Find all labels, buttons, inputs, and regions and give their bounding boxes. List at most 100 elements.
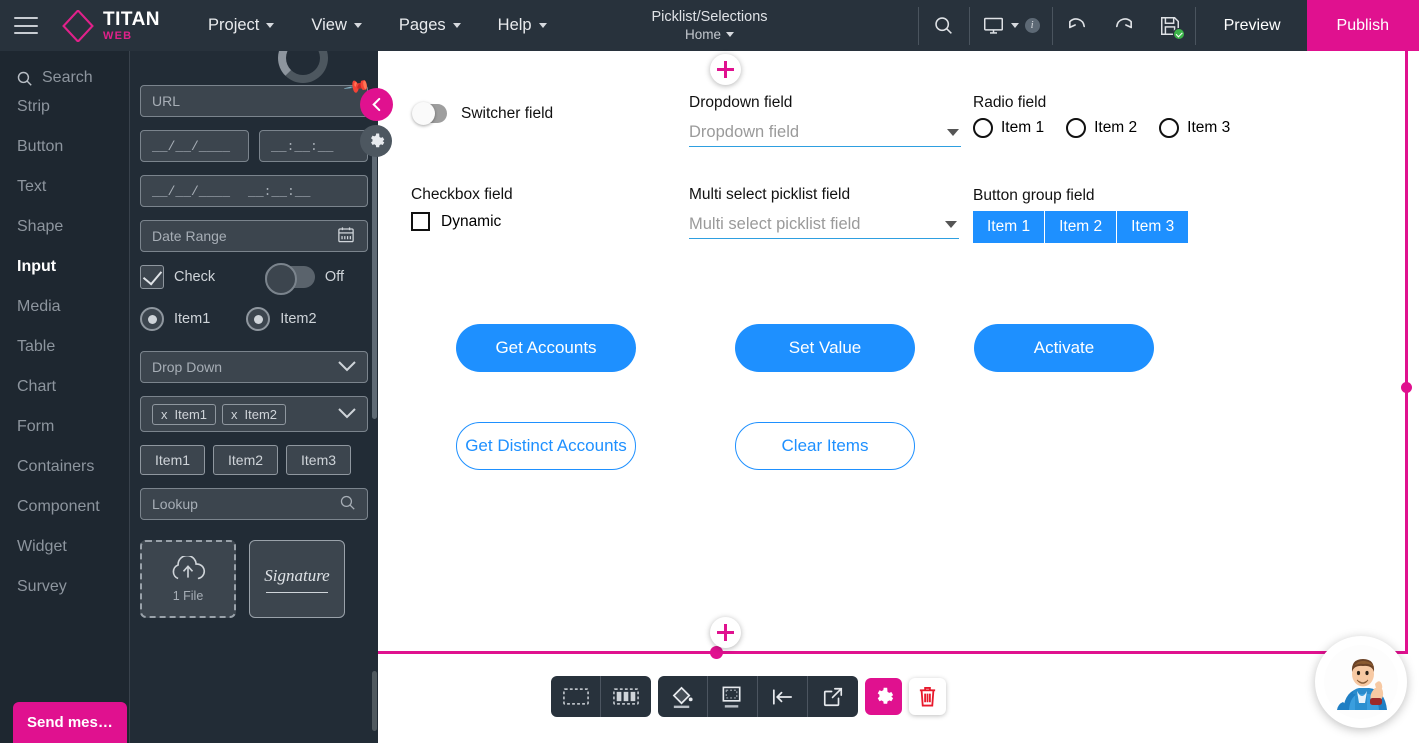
- chevron-down-icon: [726, 32, 734, 37]
- button-group-item-2[interactable]: Item 2: [1045, 211, 1118, 243]
- sidebar-item-table[interactable]: Table: [0, 327, 129, 367]
- chevron-down-icon: [338, 359, 356, 375]
- border-style-icon[interactable]: [708, 676, 758, 717]
- radio-option-1[interactable]: [973, 118, 993, 138]
- sidebar-item-input[interactable]: Input: [0, 247, 129, 287]
- widget-lookup-label: Lookup: [152, 496, 198, 512]
- widget-date-field[interactable]: __/__/____: [140, 130, 249, 162]
- widget-dropdown-label: Drop Down: [152, 359, 223, 375]
- widget-dropdown-field[interactable]: Drop Down: [140, 351, 368, 383]
- chevron-down-icon: [338, 406, 356, 422]
- panel-scrollbar-thumb[interactable]: [372, 151, 377, 419]
- open-external-icon[interactable]: [808, 676, 858, 717]
- collapse-panel-button[interactable]: [360, 88, 393, 121]
- display-mode-selector[interactable]: i: [972, 15, 1050, 36]
- widget-group-button-3[interactable]: Item3: [286, 445, 352, 475]
- multiselect-field-group: Multi select picklist field Multi select…: [689, 186, 959, 239]
- multiselect-field-input[interactable]: Multi select picklist field: [689, 210, 959, 239]
- button-group-item-3[interactable]: Item 3: [1117, 211, 1189, 243]
- send-message-button[interactable]: Send mes…: [13, 702, 127, 743]
- fill-color-icon[interactable]: [658, 676, 708, 717]
- widget-file-upload[interactable]: 1 File: [140, 540, 236, 618]
- save-button[interactable]: [1147, 0, 1193, 51]
- widget-datetime-field[interactable]: __/__/____ __:__:__: [140, 175, 368, 207]
- widget-radio-item2[interactable]: Item2: [246, 307, 317, 331]
- align-left-icon[interactable]: [758, 676, 808, 717]
- sidebar-search[interactable]: Search: [0, 51, 129, 87]
- panel-scrollbar-thumb-lower[interactable]: [372, 671, 377, 731]
- panel-settings-button[interactable]: [360, 125, 392, 157]
- widget-multiselect-field[interactable]: x Item1 x Item2: [140, 396, 368, 432]
- search-icon[interactable]: [921, 0, 967, 51]
- widget-date-range-field[interactable]: Date Range: [140, 220, 368, 252]
- sidebar-item-button[interactable]: Button: [0, 127, 129, 167]
- chat-support-widget[interactable]: [1315, 636, 1407, 728]
- radio-option-2[interactable]: [1066, 118, 1087, 138]
- redo-button[interactable]: [1101, 0, 1147, 51]
- calendar-icon: [336, 225, 356, 247]
- clear-items-button[interactable]: Clear Items: [735, 422, 915, 470]
- divider: [1194, 6, 1196, 45]
- columns-icon[interactable]: [601, 676, 651, 717]
- radio-option-3[interactable]: [1159, 118, 1180, 138]
- brand-title: TITAN: [103, 8, 161, 30]
- canvas-resize-handle-right[interactable]: [1401, 382, 1412, 393]
- sidebar-item-form[interactable]: Form: [0, 407, 129, 447]
- widget-group-button-2[interactable]: Item2: [213, 445, 279, 475]
- canvas-resize-handle-bottom[interactable]: [710, 646, 723, 659]
- sidebar-item-chart[interactable]: Chart: [0, 367, 129, 407]
- page-breadcrumb-label: Home: [684, 27, 721, 42]
- sidebar-item-text[interactable]: Text: [0, 167, 129, 207]
- widget-group-button-1[interactable]: Item1: [140, 445, 206, 475]
- switcher-field-label: Switcher field: [461, 104, 554, 122]
- radio-option-2-label: Item 2: [1094, 119, 1138, 136]
- delete-element-button[interactable]: [909, 678, 946, 715]
- dropdown-field-input[interactable]: Dropdown field: [689, 118, 961, 147]
- preview-button[interactable]: Preview: [1198, 17, 1307, 35]
- switcher-field-toggle[interactable]: [412, 102, 447, 125]
- info-icon[interactable]: i: [1024, 18, 1040, 33]
- widget-file-signature-row: 1 File Signature: [130, 540, 378, 618]
- menu-pages[interactable]: Pages: [399, 16, 461, 35]
- sidebar-item-survey[interactable]: Survey: [0, 567, 129, 607]
- activate-button[interactable]: Activate: [974, 324, 1154, 372]
- widget-radio-item1[interactable]: Item1: [140, 307, 210, 331]
- get-accounts-button[interactable]: Get Accounts: [456, 324, 636, 372]
- undo-button[interactable]: [1055, 0, 1101, 51]
- menu-view[interactable]: View: [311, 16, 362, 35]
- sidebar-item-component[interactable]: Component: [0, 487, 129, 527]
- select-area-icon[interactable]: [551, 676, 601, 717]
- sidebar-item-containers[interactable]: Containers: [0, 447, 129, 487]
- set-value-button[interactable]: Set Value: [735, 324, 915, 372]
- widget-signature[interactable]: Signature: [249, 540, 345, 618]
- add-element-bottom-button[interactable]: [710, 617, 741, 648]
- multiselect-chip-1[interactable]: x Item1: [152, 403, 217, 425]
- page-breadcrumb[interactable]: Home: [580, 27, 840, 42]
- sidebar-item-media[interactable]: Media: [0, 287, 129, 327]
- widget-toggle[interactable]: Off: [264, 263, 344, 295]
- menu-project[interactable]: Project: [208, 16, 275, 35]
- button-group-item-1[interactable]: Item 1: [973, 211, 1046, 243]
- search-icon: [339, 494, 356, 514]
- publish-button[interactable]: Publish: [1306, 0, 1419, 51]
- widget-time-field[interactable]: __:__:__: [259, 130, 368, 162]
- brand-logo-group[interactable]: TITAN WEB: [62, 8, 161, 42]
- chip-remove-icon[interactable]: x: [231, 407, 238, 422]
- get-distinct-accounts-button[interactable]: Get Distinct Accounts: [456, 422, 636, 470]
- gear-icon: [877, 687, 894, 704]
- widget-lookup-field[interactable]: Lookup: [140, 488, 368, 520]
- widget-url-field[interactable]: URL: [140, 85, 368, 117]
- multiselect-chip-2[interactable]: x Item2: [222, 403, 287, 425]
- sidebar-item-widget[interactable]: Widget: [0, 527, 129, 567]
- sidebar-item-shape[interactable]: Shape: [0, 207, 129, 247]
- hamburger-menu-icon[interactable]: [14, 17, 38, 34]
- sidebar-item-strip[interactable]: Strip: [0, 87, 129, 127]
- menu-help[interactable]: Help: [498, 16, 547, 35]
- add-element-top-button[interactable]: [710, 54, 741, 85]
- chip-remove-icon[interactable]: x: [161, 407, 168, 422]
- widget-checkbox[interactable]: Check: [140, 265, 215, 289]
- element-settings-button[interactable]: [865, 678, 902, 715]
- multiselect-field-placeholder: Multi select picklist field: [689, 214, 861, 233]
- checkbox-field-box[interactable]: [411, 212, 430, 231]
- button-group-field-group: Button group field Item 1 Item 2 Item 3: [973, 187, 1189, 243]
